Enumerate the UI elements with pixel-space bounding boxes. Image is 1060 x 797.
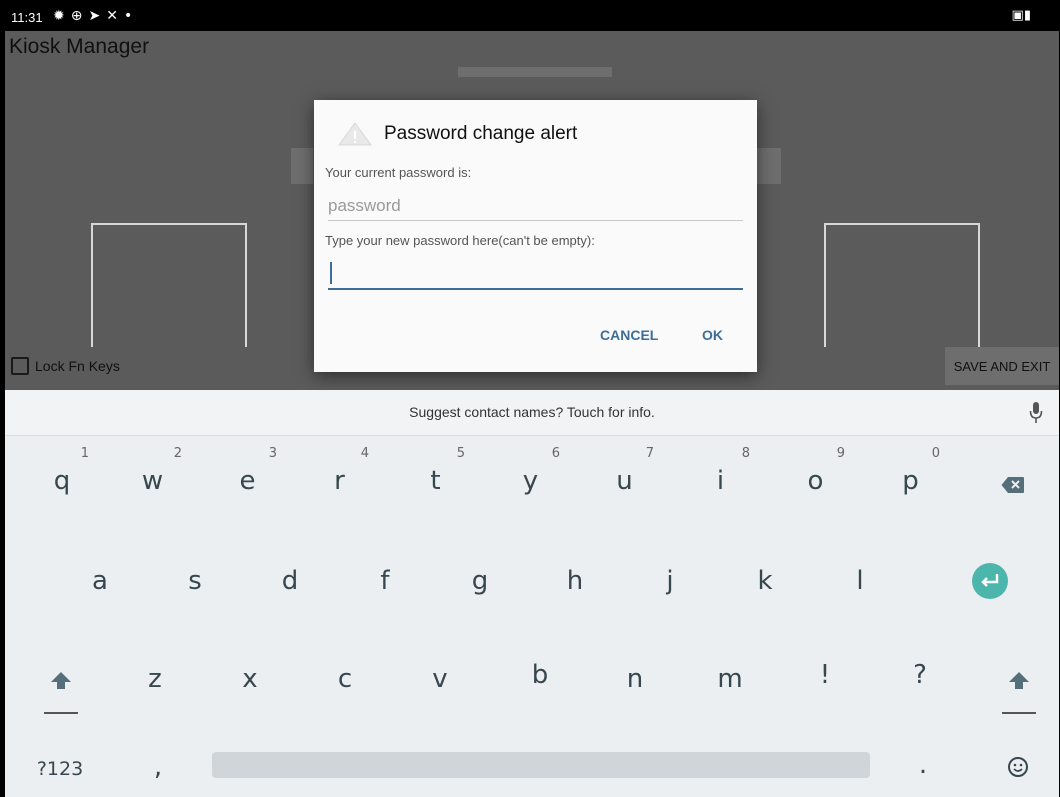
emoji-icon[interactable] [1007,756,1029,778]
key-r[interactable]: 4r [302,446,377,506]
key-j[interactable]: j [635,566,705,606]
status-bar: 11:31 ✹⊕➤✕• ▣▮ [5,5,1059,31]
background-button-right [757,148,781,184]
save-and-exit-button[interactable]: SAVE AND EXIT [945,347,1059,385]
key-w[interactable]: 2w [115,446,190,506]
key-k[interactable]: k [730,566,800,606]
key-i[interactable]: 8i [683,446,758,506]
text-cursor [330,262,332,284]
ok-button[interactable]: OK [702,327,723,343]
space-bar[interactable] [212,752,870,778]
soft-keyboard: 1q 2w 3e 4r 5t 6y 7u 8i 9o 0p a s d f g … [5,436,1059,797]
app-title: Kiosk Manager [9,35,150,58]
location-icon: ➤ [88,8,107,24]
shift-left-icon[interactable] [50,671,72,691]
suggestion-strip[interactable]: Suggest contact names? Touch for info. [5,390,1059,436]
app-slot-right[interactable] [824,223,980,347]
key-o[interactable]: 9o [778,446,853,506]
key-x[interactable]: x [215,664,285,704]
dot-icon: • [123,8,139,24]
enter-icon [981,574,999,587]
lock-fn-keys-label: Lock Fn Keys [35,358,120,374]
key-exclamation[interactable]: ! [790,660,860,700]
shift-right-underline [1002,712,1036,714]
key-z[interactable]: z [120,664,190,704]
key-comma[interactable]: , [123,752,193,792]
new-password-input[interactable] [328,260,743,290]
password-change-dialog: Password change alert Your current passw… [314,100,757,372]
symbols-key[interactable]: ?123 [25,758,95,786]
device-screen: 11:31 ✹⊕➤✕• ▣▮ Kiosk Manager Lock Fn Key… [5,5,1059,797]
new-password-label: Type your new password here(can't be emp… [325,233,595,248]
key-f[interactable]: f [350,566,420,606]
key-n[interactable]: n [600,664,670,704]
dialog-header: Password change alert [338,122,577,146]
key-d[interactable]: d [255,566,325,606]
lock-fn-keys-checkbox-row[interactable]: Lock Fn Keys [11,357,120,375]
key-v[interactable]: v [405,664,475,704]
shift-right-icon[interactable] [1008,671,1030,691]
current-password-label: Your current password is: [325,165,472,180]
vpn-icon: ⊕ [70,8,89,24]
background-button-left [291,148,313,184]
status-right: ▣▮ [1012,8,1031,23]
shift-left-underline [44,712,78,714]
tools-icon: ✕ [106,8,124,24]
status-time: 11:31 [11,10,43,25]
key-h[interactable]: h [540,566,610,606]
key-question[interactable]: ? [885,660,955,700]
key-q[interactable]: 1q [27,446,97,506]
key-m[interactable]: m [695,664,765,704]
key-g[interactable]: g [445,566,515,606]
key-period[interactable]: . [888,750,958,790]
battery-icon: ▮ [1023,8,1031,23]
sim-icon: ▣ [1011,8,1024,23]
lock-fn-keys-checkbox[interactable] [11,357,29,375]
warning-icon [338,122,372,146]
key-c[interactable]: c [310,664,380,704]
key-p[interactable]: 0p [873,446,948,506]
suggestion-text[interactable]: Suggest contact names? Touch for info. [5,404,1059,420]
backspace-icon[interactable] [1001,476,1025,494]
app-slot-left[interactable] [91,223,247,347]
key-b[interactable]: b [505,660,575,700]
enter-button[interactable] [972,563,1008,599]
current-password-field: password [328,196,743,221]
key-l[interactable]: l [825,566,895,606]
dialog-title: Password change alert [384,123,578,144]
status-icons: ✹⊕➤✕• [53,8,138,24]
key-t[interactable]: 5t [398,446,473,506]
cancel-button[interactable]: CANCEL [600,327,658,343]
key-u[interactable]: 7u [587,446,662,506]
key-s[interactable]: s [160,566,230,606]
key-e[interactable]: 3e [210,446,285,506]
gear-icon: ✹ [53,8,71,24]
key-a[interactable]: a [65,566,135,606]
key-y[interactable]: 6y [493,446,568,506]
background-button-top [458,67,612,77]
microphone-icon[interactable] [1029,401,1043,425]
kiosk-app: Kiosk Manager Lock Fn Keys SAVE AND EXIT… [5,31,1059,390]
